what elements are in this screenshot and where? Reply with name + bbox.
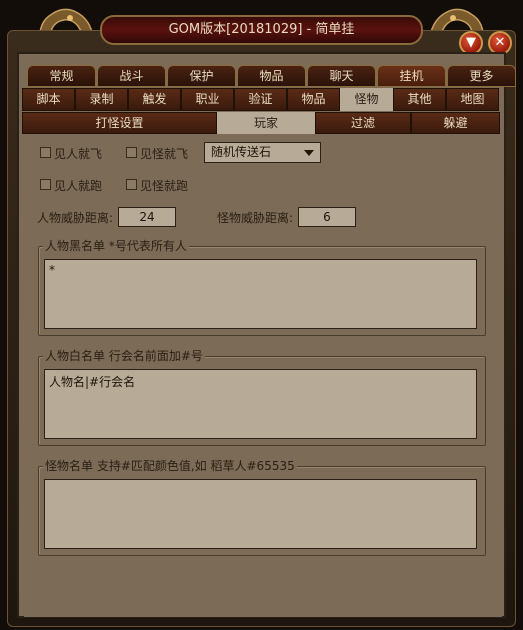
player-whitelist-group: 人物白名单 行会名前面加#号 人物名|#行会名 <box>38 349 486 446</box>
monster-list-title: 怪物名单 支持#匹配颜色值,如 稻草人#65535 <box>43 459 297 473</box>
tab-chat[interactable]: 聊天 <box>307 65 376 87</box>
top-tab-bar: 常规 战斗 保护 物品 聊天 挂机 更多 <box>27 65 517 87</box>
tab-evade[interactable]: 躲避 <box>411 112 500 134</box>
tab-auto-hunt[interactable]: 挂机 <box>377 65 446 87</box>
window-title: GOM版本[20181029] - 简单挂 <box>100 15 423 45</box>
monster-threat-distance-label: 怪物威胁距离: <box>217 211 294 225</box>
player-whitelist-title: 人物白名单 行会名前面加#号 <box>43 349 205 363</box>
see-monster-run-checkbox[interactable] <box>126 179 137 190</box>
see-player-run-checkbox[interactable] <box>40 179 51 190</box>
tab-items[interactable]: 物品 <box>237 65 306 87</box>
tab-combat[interactable]: 战斗 <box>97 65 166 87</box>
player-blacklist-textarea[interactable]: * <box>44 259 477 329</box>
see-player-fly-label: 见人就飞 <box>54 147 103 161</box>
tab-map[interactable]: 地图 <box>446 88 499 111</box>
monster-list-group: 怪物名单 支持#匹配颜色值,如 稻草人#65535 <box>38 459 486 556</box>
tab-trigger[interactable]: 触发 <box>128 88 181 111</box>
tab-hunt-settings[interactable]: 打怪设置 <box>22 112 217 134</box>
fly-item-value: 随机传送石 <box>211 145 272 159</box>
player-blacklist-group: 人物黑名单 *号代表所有人 * <box>38 239 486 336</box>
see-monster-fly-label: 见怪就飞 <box>140 147 189 161</box>
chevron-down-icon <box>304 150 314 156</box>
see-monster-run-label: 见怪就跑 <box>140 179 189 193</box>
tab-filter[interactable]: 过滤 <box>315 112 411 134</box>
second-tab-bar: 脚本 录制 触发 职业 验证 物品 怪物 其他 地图 <box>22 88 499 111</box>
app-window: GOM版本[20181029] - 简单挂 ▼ ✕ 常规 战斗 保护 物品 聊天… <box>0 0 523 630</box>
see-player-fly-checkbox[interactable] <box>40 147 51 158</box>
player-whitelist-textarea[interactable]: 人物名|#行会名 <box>44 369 477 439</box>
tab-item[interactable]: 物品 <box>287 88 340 111</box>
tab-other[interactable]: 其他 <box>393 88 446 111</box>
tab-script[interactable]: 脚本 <box>22 88 75 111</box>
tab-verify[interactable]: 验证 <box>234 88 287 111</box>
tab-player[interactable]: 玩家 <box>217 112 315 134</box>
tab-protect[interactable]: 保护 <box>167 65 236 87</box>
tab-class[interactable]: 职业 <box>181 88 234 111</box>
player-blacklist-title: 人物黑名单 *号代表所有人 <box>43 239 189 253</box>
player-threat-distance-input[interactable]: 24 <box>118 207 176 227</box>
monster-list-textarea[interactable] <box>44 479 477 549</box>
see-player-run-label: 见人就跑 <box>54 179 103 193</box>
player-threat-distance-label: 人物威胁距离: <box>37 211 114 225</box>
monster-threat-distance-input[interactable]: 6 <box>298 207 356 227</box>
fly-item-select[interactable]: 随机传送石 <box>204 142 321 163</box>
tab-more[interactable]: 更多 <box>447 65 516 87</box>
third-tab-bar: 打怪设置 玩家 过滤 躲避 <box>22 112 500 134</box>
see-monster-fly-checkbox[interactable] <box>126 147 137 158</box>
tab-record[interactable]: 录制 <box>75 88 128 111</box>
tab-monster[interactable]: 怪物 <box>340 88 393 111</box>
tab-general[interactable]: 常规 <box>27 65 96 87</box>
